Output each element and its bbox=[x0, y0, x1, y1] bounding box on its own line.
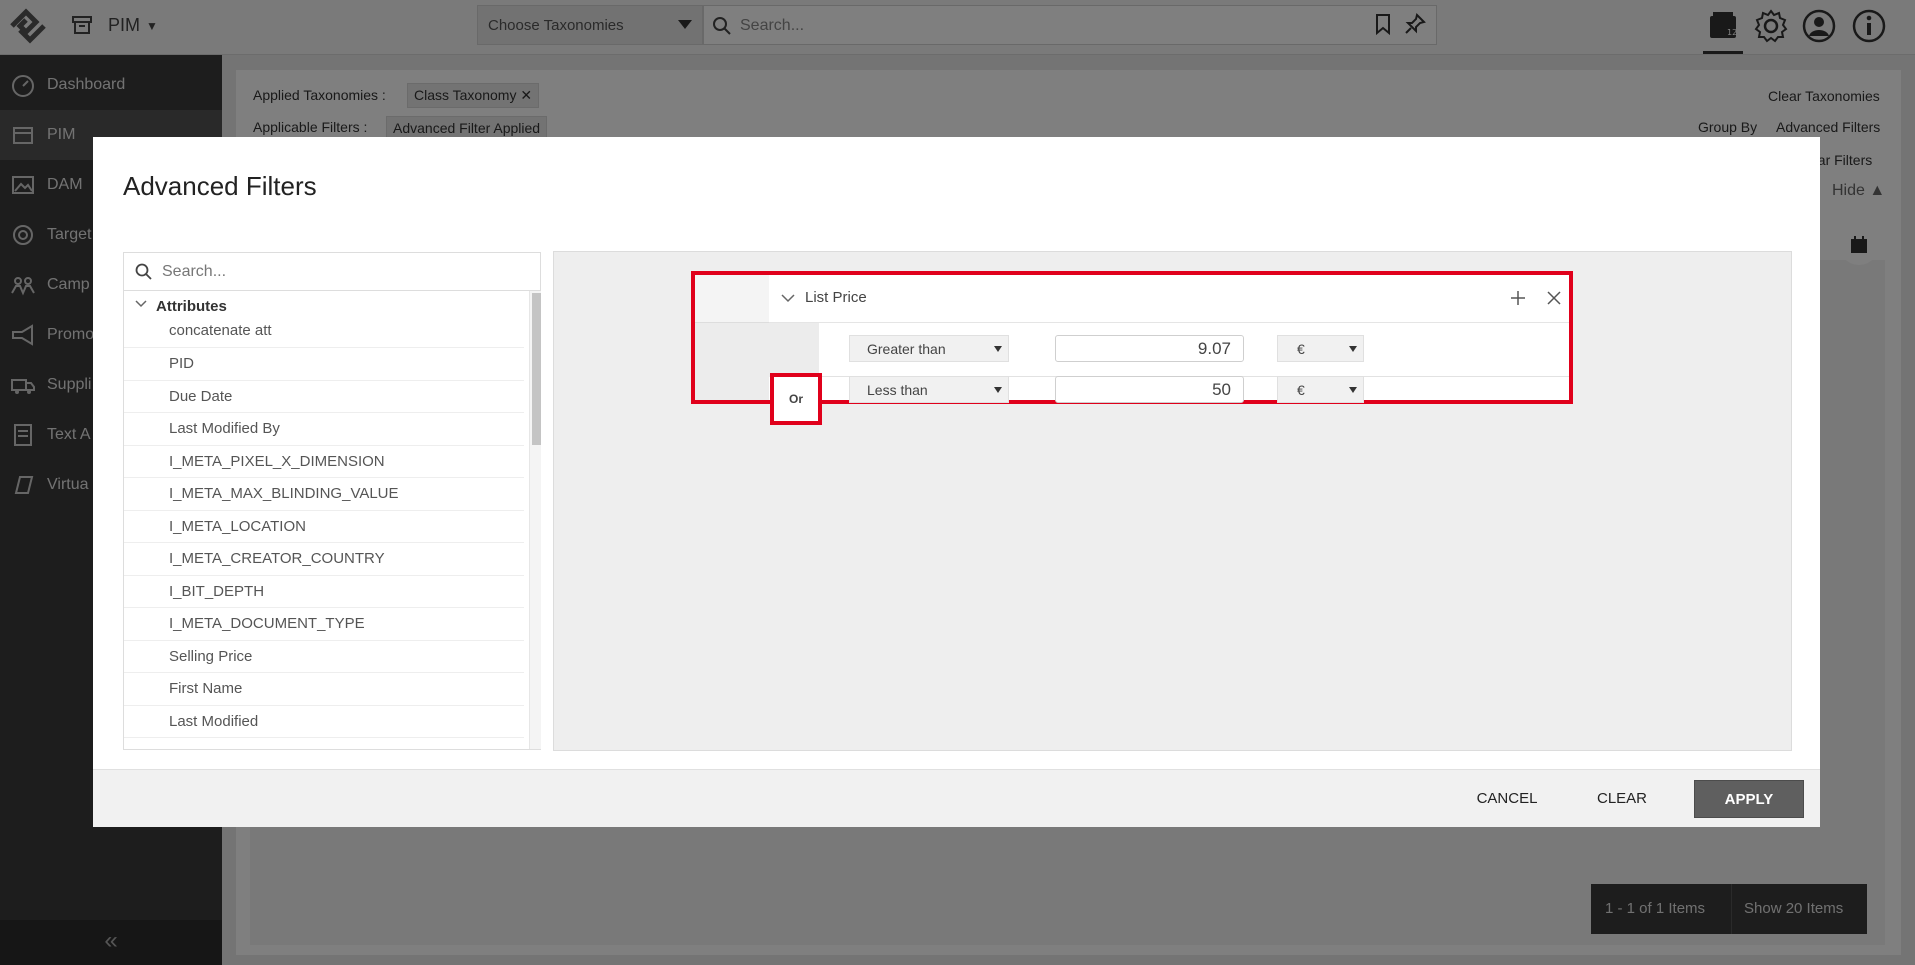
condition-gutter bbox=[769, 323, 819, 377]
operator-select[interactable]: Less than bbox=[849, 376, 1009, 403]
operator-select-value: Greater than bbox=[867, 341, 946, 357]
currency-select[interactable]: € bbox=[1277, 376, 1364, 403]
filter-condition-row: Less than 50 € bbox=[769, 376, 1569, 403]
list-item[interactable]: First Name bbox=[124, 673, 524, 706]
caret-down-icon bbox=[994, 387, 1002, 393]
attributes-tree-node[interactable]: Attributes bbox=[124, 291, 524, 321]
modal-title: Advanced Filters bbox=[123, 171, 317, 201]
value-input[interactable]: 50 bbox=[1055, 376, 1244, 403]
or-connector-button[interactable]: Or bbox=[770, 373, 822, 425]
attribute-search-input[interactable] bbox=[162, 261, 522, 283]
attribute-search[interactable] bbox=[124, 253, 540, 291]
cancel-button[interactable]: CANCEL bbox=[1457, 780, 1557, 818]
operator-select[interactable]: Greater than bbox=[849, 335, 1009, 362]
chevron-down-icon[interactable] bbox=[781, 291, 795, 305]
list-item[interactable]: I_META_PIXEL_X_DIMENSION bbox=[124, 446, 524, 478]
list-item[interactable]: I_META_DOCUMENT_TYPE bbox=[124, 608, 524, 641]
caret-down-icon bbox=[1349, 346, 1357, 352]
attribute-list: concatenate att PID Due Date Last Modifi… bbox=[124, 321, 524, 738]
scrollbar-thumb[interactable] bbox=[532, 293, 541, 445]
plus-icon[interactable] bbox=[1507, 287, 1529, 309]
chevron-down-icon[interactable] bbox=[134, 297, 148, 311]
list-item[interactable]: I_BIT_DEPTH bbox=[124, 576, 524, 608]
close-icon[interactable] bbox=[1544, 288, 1564, 308]
currency-select-value: € bbox=[1297, 341, 1305, 357]
currency-select[interactable]: € bbox=[1277, 335, 1364, 362]
list-item[interactable]: Last Modified bbox=[124, 706, 524, 738]
advanced-filters-modal: Advanced Filters Attributes concatenate … bbox=[93, 137, 1820, 827]
caret-down-icon bbox=[994, 346, 1002, 352]
currency-select-value: € bbox=[1297, 382, 1305, 398]
operator-select-value: Less than bbox=[867, 382, 928, 398]
scrollbar[interactable] bbox=[529, 291, 541, 749]
value-input[interactable]: 9.07 bbox=[1055, 335, 1244, 362]
modal-footer: CANCEL CLEAR APPLY bbox=[93, 769, 1820, 827]
tree-title: Attributes bbox=[156, 298, 227, 315]
search-icon bbox=[135, 263, 152, 280]
list-item[interactable]: I_META_LOCATION bbox=[124, 511, 524, 543]
filter-group-header: List Price bbox=[769, 275, 1569, 323]
filter-group-gutter-top bbox=[695, 275, 769, 323]
filter-condition-row: Greater than 9.07 € bbox=[769, 323, 1569, 377]
attribute-panel: Attributes concatenate att PID Due Date … bbox=[123, 252, 541, 750]
list-item[interactable]: Selling Price bbox=[124, 641, 524, 673]
list-item[interactable]: I_META_CREATOR_COUNTRY bbox=[124, 543, 524, 576]
list-item[interactable]: Last Modified By bbox=[124, 413, 524, 446]
list-item[interactable]: PID bbox=[124, 348, 524, 381]
caret-down-icon bbox=[1349, 387, 1357, 393]
list-item[interactable]: I_META_MAX_BLINDING_VALUE bbox=[124, 478, 524, 511]
filter-group-list-price: List Price Greater than 9.07 € Less than… bbox=[691, 271, 1573, 404]
list-item[interactable]: concatenate att bbox=[124, 321, 524, 348]
filter-group-title: List Price bbox=[805, 289, 867, 306]
clear-button[interactable]: CLEAR bbox=[1577, 780, 1667, 818]
list-item[interactable]: Due Date bbox=[124, 381, 524, 413]
filter-canvas: List Price Greater than 9.07 € Less than… bbox=[553, 251, 1792, 751]
apply-button[interactable]: APPLY bbox=[1694, 780, 1804, 818]
